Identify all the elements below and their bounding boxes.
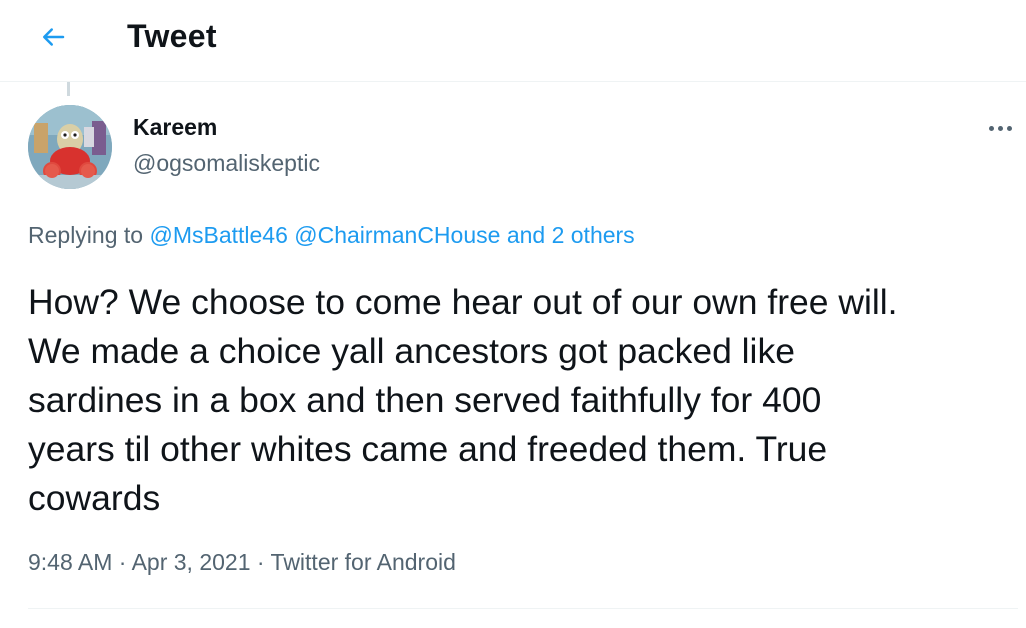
meta-separator: · — [118, 549, 127, 575]
reply-mention-msbattle46[interactable]: @MsBattle46 — [149, 222, 287, 248]
avatar-image — [28, 105, 112, 189]
author-display-name[interactable]: Kareem — [133, 114, 217, 141]
more-options-button[interactable] — [980, 110, 1020, 144]
divider — [28, 608, 1018, 609]
more-options-icon — [987, 118, 1014, 136]
reply-others-link[interactable]: and 2 others — [507, 222, 635, 248]
arrow-left-icon — [43, 28, 65, 46]
author-handle[interactable]: @ogsomaliskeptic — [133, 150, 320, 177]
replying-to-line: Replying to @MsBattle46 @ChairmanCHouse … — [28, 222, 635, 249]
meta-separator: · — [256, 549, 265, 575]
thread-connector-line — [67, 82, 70, 96]
tweet-date[interactable]: Apr 3, 2021 — [132, 549, 251, 575]
header-bar: Tweet — [0, 0, 1026, 82]
page-title: Tweet — [127, 18, 217, 54]
tweet-page: Tweet Kareem @ogsomaliskeptic Replying t… — [0, 0, 1026, 628]
avatar[interactable] — [28, 105, 112, 189]
back-button[interactable] — [30, 14, 76, 60]
replying-to-label: Replying to — [28, 222, 144, 248]
tweet-source[interactable]: Twitter for Android — [271, 549, 456, 575]
reply-mention-chairmanchouse[interactable]: @ChairmanCHouse — [294, 222, 500, 248]
tweet-meta: 9:48 AM · Apr 3, 2021 · Twitter for Andr… — [28, 549, 456, 576]
tweet-time[interactable]: 9:48 AM — [28, 549, 112, 575]
tweet-text: How? We choose to come hear out of our o… — [28, 282, 898, 518]
